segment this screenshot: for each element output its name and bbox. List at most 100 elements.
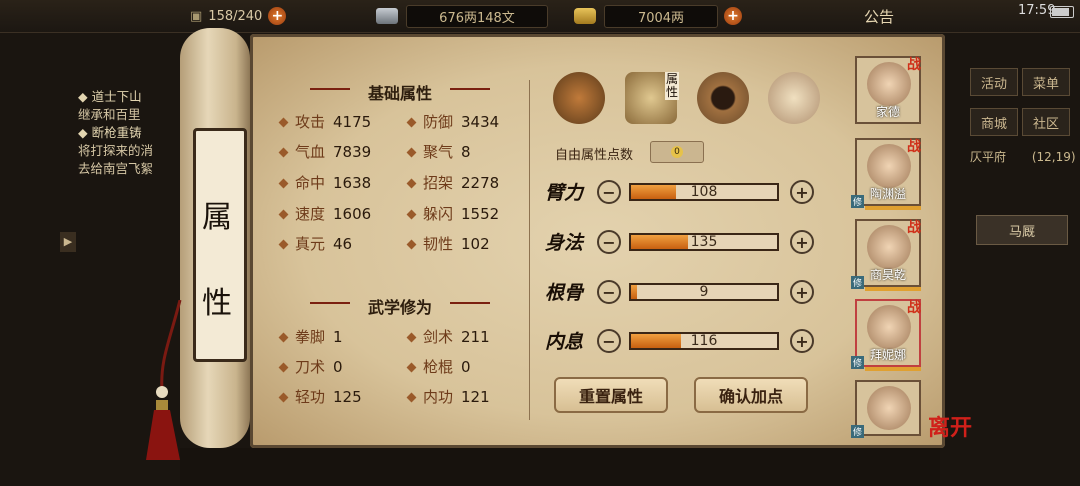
increase-button[interactable]: + (790, 230, 814, 254)
stable-button[interactable]: 马厩 (976, 215, 1068, 245)
money-display: 676两148文 (376, 4, 548, 28)
scroll-title-char: 属 (202, 200, 232, 235)
stat-blade: 刀术 0 (278, 356, 343, 377)
reset-attributes-button[interactable]: 重置属性 (554, 377, 668, 413)
stat-defense: 防御 3434 (406, 111, 499, 132)
attribute-tab-icon[interactable]: 属性 (625, 72, 679, 124)
quest-tracker[interactable]: ◆ 道士下山 继承和百里 ◆ 断枪重铸 将打探来的消 去给南宫飞絮 (78, 88, 188, 178)
meridian-figure-icon[interactable] (768, 72, 820, 124)
free-points-box: 0 (650, 141, 704, 163)
activity-button[interactable]: 活动 (970, 68, 1018, 96)
character-name: 陶渊溢 (869, 187, 906, 201)
stat-focus: 聚气 8 (406, 141, 471, 162)
attr-row-inner-breath: 内息 − 116 + (545, 323, 815, 363)
gold-ingot-icon (574, 8, 596, 24)
battery-icon (1050, 6, 1074, 18)
stat-hit: 命中 1638 (278, 172, 371, 193)
stat-toughness: 韧性 102 (406, 233, 490, 254)
gold-value: 7004两 (604, 4, 718, 28)
basic-attributes-title: 基础属性 (367, 84, 432, 103)
stat-true-energy: 真元 46 (278, 233, 352, 254)
quest-line: 将打探来的消 (78, 143, 154, 158)
increase-button[interactable]: + (790, 180, 814, 204)
character-portrait (867, 225, 911, 269)
stat-spear: 枪棍 0 (406, 356, 471, 377)
cultivate-badge: 修 (851, 425, 865, 438)
scroll-title-char: 性 (202, 286, 232, 321)
quest-line: ◆ 道士下山 (78, 89, 142, 104)
character-card[interactable]: 战 陶渊溢 修 (851, 138, 921, 210)
community-button[interactable]: 社区 (1022, 108, 1070, 136)
decrease-button[interactable]: − (597, 280, 621, 304)
notice-button[interactable]: 公告 (864, 6, 894, 27)
character-card[interactable]: 战 家德 (855, 56, 921, 124)
character-card[interactable]: 战 拜妮娜 修 (851, 299, 921, 371)
menu-button[interactable]: 菜单 (1022, 68, 1070, 96)
attr-name: 臂力 (545, 182, 584, 204)
free-points-label: 自由属性点数 (555, 148, 634, 163)
stat-fist: 拳脚 1 (278, 326, 343, 347)
stat-attack: 攻击 4175 (278, 111, 371, 132)
money-value: 676两148文 (406, 4, 548, 28)
character-portrait (867, 386, 911, 430)
top-resource-bar: ▣ 158/240 + 676两148文 7004两 + 公告 17:59 (0, 0, 1080, 33)
attr-name: 根骨 (545, 282, 584, 304)
attr-row-agility: 身法 − 135 + (545, 224, 815, 264)
bamboo-hat-icon[interactable] (553, 72, 605, 124)
cultivate-badge: 修 (851, 356, 865, 369)
quest-line: 继承和百里 (78, 107, 141, 122)
expand-arrow-icon[interactable]: ▶ (60, 232, 76, 252)
quest-line: ◆ 断枪重铸 (78, 125, 142, 140)
increase-button[interactable]: + (790, 280, 814, 304)
attr-bar: 116 (629, 332, 779, 350)
column-divider (529, 80, 530, 420)
character-portrait (867, 144, 911, 188)
character-card[interactable]: 战 商昊乾 修 (851, 219, 921, 291)
bagua-icon[interactable] (697, 72, 749, 124)
gold-display: 7004两 + (574, 4, 742, 28)
martial-heading: 武学修为 (310, 294, 490, 318)
cultivate-badge: 修 (851, 195, 865, 208)
character-portrait (867, 305, 911, 349)
shop-button[interactable]: 商城 (970, 108, 1018, 136)
stat-dodge: 躲闪 1552 (406, 203, 499, 224)
bag-capacity: ▣ 158/240 + (190, 5, 287, 27)
decrease-button[interactable]: − (597, 230, 621, 254)
bag-icon: ▣ (190, 8, 203, 24)
character-name: 家德 (875, 105, 900, 119)
attr-row-strength: 臂力 − 108 + (545, 174, 815, 214)
character-name: 拜妮娜 (869, 348, 906, 362)
confirm-points-button[interactable]: 确认加点 (694, 377, 808, 413)
bag-capacity-value: 158/240 (208, 8, 263, 24)
battle-tag: 战 (907, 57, 921, 73)
hp-bar (865, 287, 921, 291)
stat-parry: 招架 2278 (406, 172, 499, 193)
character-name: 商昊乾 (869, 268, 906, 282)
decrease-button[interactable]: − (597, 329, 621, 353)
battle-tag: 战 (907, 300, 921, 316)
stat-qinggong: 轻功 125 (278, 386, 362, 407)
free-points-value: 0 (671, 146, 683, 158)
add-gold-button[interactable]: + (724, 7, 742, 25)
decrease-button[interactable]: − (597, 180, 621, 204)
character-portrait (867, 62, 911, 106)
add-bag-button[interactable]: + (268, 7, 287, 25)
hp-bar (865, 367, 921, 371)
stat-hp: 气血 7839 (278, 141, 371, 162)
leave-button[interactable]: 离开 (928, 410, 972, 442)
increase-button[interactable]: + (790, 329, 814, 353)
attr-row-constitution: 根骨 − 9 + (545, 274, 815, 314)
tassel-decoration (146, 300, 182, 460)
hp-bar (865, 206, 921, 210)
stat-speed: 速度 1606 (278, 203, 371, 224)
battle-tag: 战 (907, 139, 921, 155)
attr-name: 内息 (545, 331, 584, 353)
attr-name: 身法 (545, 232, 584, 254)
character-card[interactable]: 修 (851, 380, 921, 438)
location-coords: (12,19) (1031, 150, 1076, 164)
attribute-tab-label: 属性 (665, 72, 679, 100)
basic-attributes-heading: 基础属性 (310, 80, 490, 104)
silver-icon (376, 8, 398, 24)
bottom-nav-bar[interactable] (180, 448, 940, 486)
scroll-title: 属 性 (200, 175, 234, 347)
